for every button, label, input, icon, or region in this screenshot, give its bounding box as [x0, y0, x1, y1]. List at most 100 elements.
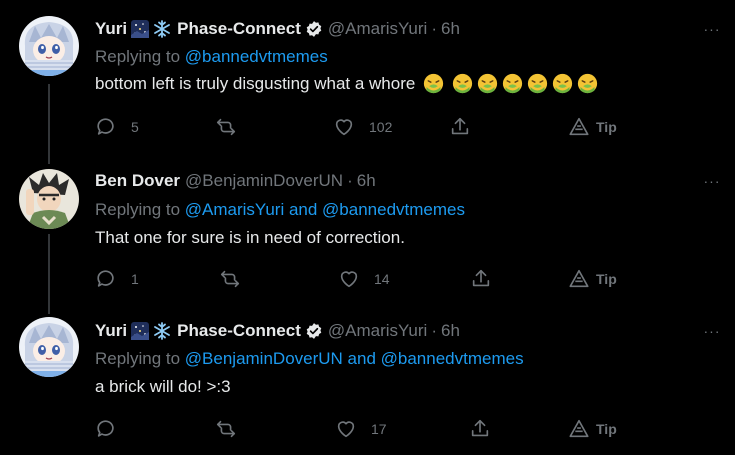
night-sky-emoji-icon	[131, 20, 150, 38]
tweet-text: bottom left is truly disgusting what a w…	[95, 73, 598, 94]
replying-to: Replying to @bannedvtmemes	[95, 47, 328, 67]
display-name[interactable]: Yuri	[95, 321, 127, 341]
tweet-1-header: Yuri Phase-Connect @AmarisYuri · 6h	[95, 18, 460, 40]
tweet-1[interactable]: Yuri Phase-Connect @AmarisYuri · 6h ··· …	[0, 0, 735, 155]
mention-link-2[interactable]: @bannedvtmemes	[322, 200, 465, 219]
like-count: 17	[371, 421, 387, 437]
tip-label: Tip	[596, 119, 617, 135]
tweet-text-content: a brick will do! >:3	[95, 377, 231, 396]
avatar-yuri[interactable]	[19, 16, 79, 76]
mention-link-1[interactable]: @BenjaminDoverUN	[185, 349, 348, 368]
avatar-ben-dover[interactable]	[19, 169, 79, 229]
replying-to-label: Replying to	[95, 200, 185, 219]
tweet-actions: 1 14 Tip	[95, 267, 655, 291]
heart-icon	[340, 271, 358, 288]
share-button[interactable]	[449, 115, 471, 139]
more-options-button[interactable]: ···	[701, 322, 723, 340]
reply-button[interactable]: 1	[95, 267, 139, 291]
reply-bubble-icon	[97, 420, 114, 437]
tweet-3[interactable]: Yuri Phase-Connect @AmarisYuri · 6h ··· …	[0, 305, 735, 455]
display-name[interactable]: Yuri	[95, 19, 127, 39]
retweet-button[interactable]	[219, 267, 255, 291]
mention-join: and	[347, 349, 381, 368]
handle[interactable]: @AmarisYuri	[328, 19, 427, 39]
heart-icon	[335, 119, 353, 136]
mention-link-1[interactable]: @AmarisYuri	[185, 200, 289, 219]
share-button[interactable]	[470, 267, 492, 291]
heart-icon	[337, 421, 355, 438]
tweet-text-content: That one for sure is in need of correcti…	[95, 228, 405, 247]
like-button[interactable]: 14	[338, 267, 390, 291]
tweet-3-header: Yuri Phase-Connect @AmarisYuri · 6h	[95, 320, 460, 342]
nauseated-face-emoji	[552, 73, 573, 94]
tip-button[interactable]: Tip	[568, 115, 617, 139]
retweet-icon	[216, 118, 236, 136]
snowflake-emoji-icon	[153, 322, 171, 340]
avatar-yuri-image	[19, 16, 79, 76]
display-name[interactable]: Ben Dover	[95, 171, 180, 191]
reply-bubble-icon	[97, 118, 114, 135]
timestamp[interactable]: 6h	[441, 321, 460, 341]
reply-count: 5	[131, 119, 139, 135]
tweet-text-content: bottom left is truly disgusting what a w…	[95, 73, 416, 93]
mention-join: and	[288, 200, 323, 219]
like-count: 14	[374, 271, 390, 287]
more-options-button[interactable]: ···	[701, 172, 723, 190]
tip-button[interactable]: Tip	[568, 267, 617, 291]
night-sky-emoji-icon	[131, 322, 150, 340]
nauseated-face-emoji	[452, 73, 473, 94]
avatar-yuri[interactable]	[19, 317, 79, 377]
timestamp[interactable]: 6h	[357, 171, 376, 191]
timestamp[interactable]: 6h	[441, 19, 460, 39]
retweet-icon	[216, 420, 236, 438]
tweet-2[interactable]: Ben Dover @BenjaminDoverUN · 6h ··· Repl…	[0, 155, 735, 305]
separator-dot: ·	[431, 321, 437, 340]
verified-badge-icon	[305, 322, 323, 340]
verified-badge-icon	[305, 20, 323, 38]
tip-button[interactable]: Tip	[568, 417, 617, 441]
nauseated-face-emoji	[502, 73, 523, 94]
avatar-ben-dover-image	[19, 169, 79, 229]
reply-button[interactable]: 5	[95, 115, 139, 139]
reply-count: 1	[131, 271, 139, 287]
share-icon	[472, 269, 490, 287]
tweet-2-header: Ben Dover @BenjaminDoverUN · 6h	[95, 170, 376, 192]
separator-dot: ·	[431, 19, 437, 38]
tweet-actions: 5 102 Tip	[95, 115, 655, 139]
replying-to-label: Replying to	[95, 349, 185, 368]
like-button[interactable]: 17	[335, 417, 387, 441]
snowflake-emoji-icon	[153, 20, 171, 38]
tip-icon	[569, 117, 589, 136]
nauseated-face-emoji	[477, 73, 498, 94]
retweet-button[interactable]	[215, 115, 251, 139]
tweet-text: a brick will do! >:3	[95, 377, 231, 397]
retweet-button[interactable]	[215, 417, 251, 441]
nauseated-face-emoji	[423, 73, 444, 94]
mention-link[interactable]: @bannedvtmemes	[185, 47, 328, 66]
handle[interactable]: @AmarisYuri	[328, 321, 427, 341]
more-options-button[interactable]: ···	[701, 20, 723, 38]
tweet-text: That one for sure is in need of correcti…	[95, 228, 405, 248]
separator-dot: ·	[347, 171, 353, 190]
replying-to: Replying to @BenjaminDoverUN and @banned…	[95, 349, 524, 369]
reply-button[interactable]	[95, 417, 131, 441]
handle[interactable]: @BenjaminDoverUN	[185, 171, 343, 191]
nauseated-face-emoji	[577, 73, 598, 94]
mention-link-2[interactable]: @bannedvtmemes	[381, 349, 524, 368]
tip-label: Tip	[596, 271, 617, 287]
tweet-actions: 17 Tip	[95, 417, 655, 441]
like-button[interactable]: 102	[333, 115, 392, 139]
nauseated-face-emoji	[527, 73, 548, 94]
reply-bubble-icon	[97, 270, 114, 287]
share-icon	[451, 117, 469, 135]
share-button[interactable]	[469, 417, 491, 441]
share-icon	[471, 419, 489, 437]
like-count: 102	[369, 119, 393, 135]
tip-label: Tip	[596, 421, 617, 437]
org-name[interactable]: Phase-Connect	[177, 19, 301, 39]
tip-icon	[569, 419, 589, 438]
replying-to-label: Replying to	[95, 47, 185, 66]
org-name[interactable]: Phase-Connect	[177, 321, 301, 341]
retweet-icon	[220, 270, 240, 288]
replying-to: Replying to @AmarisYuri and @bannedvtmem…	[95, 200, 465, 220]
